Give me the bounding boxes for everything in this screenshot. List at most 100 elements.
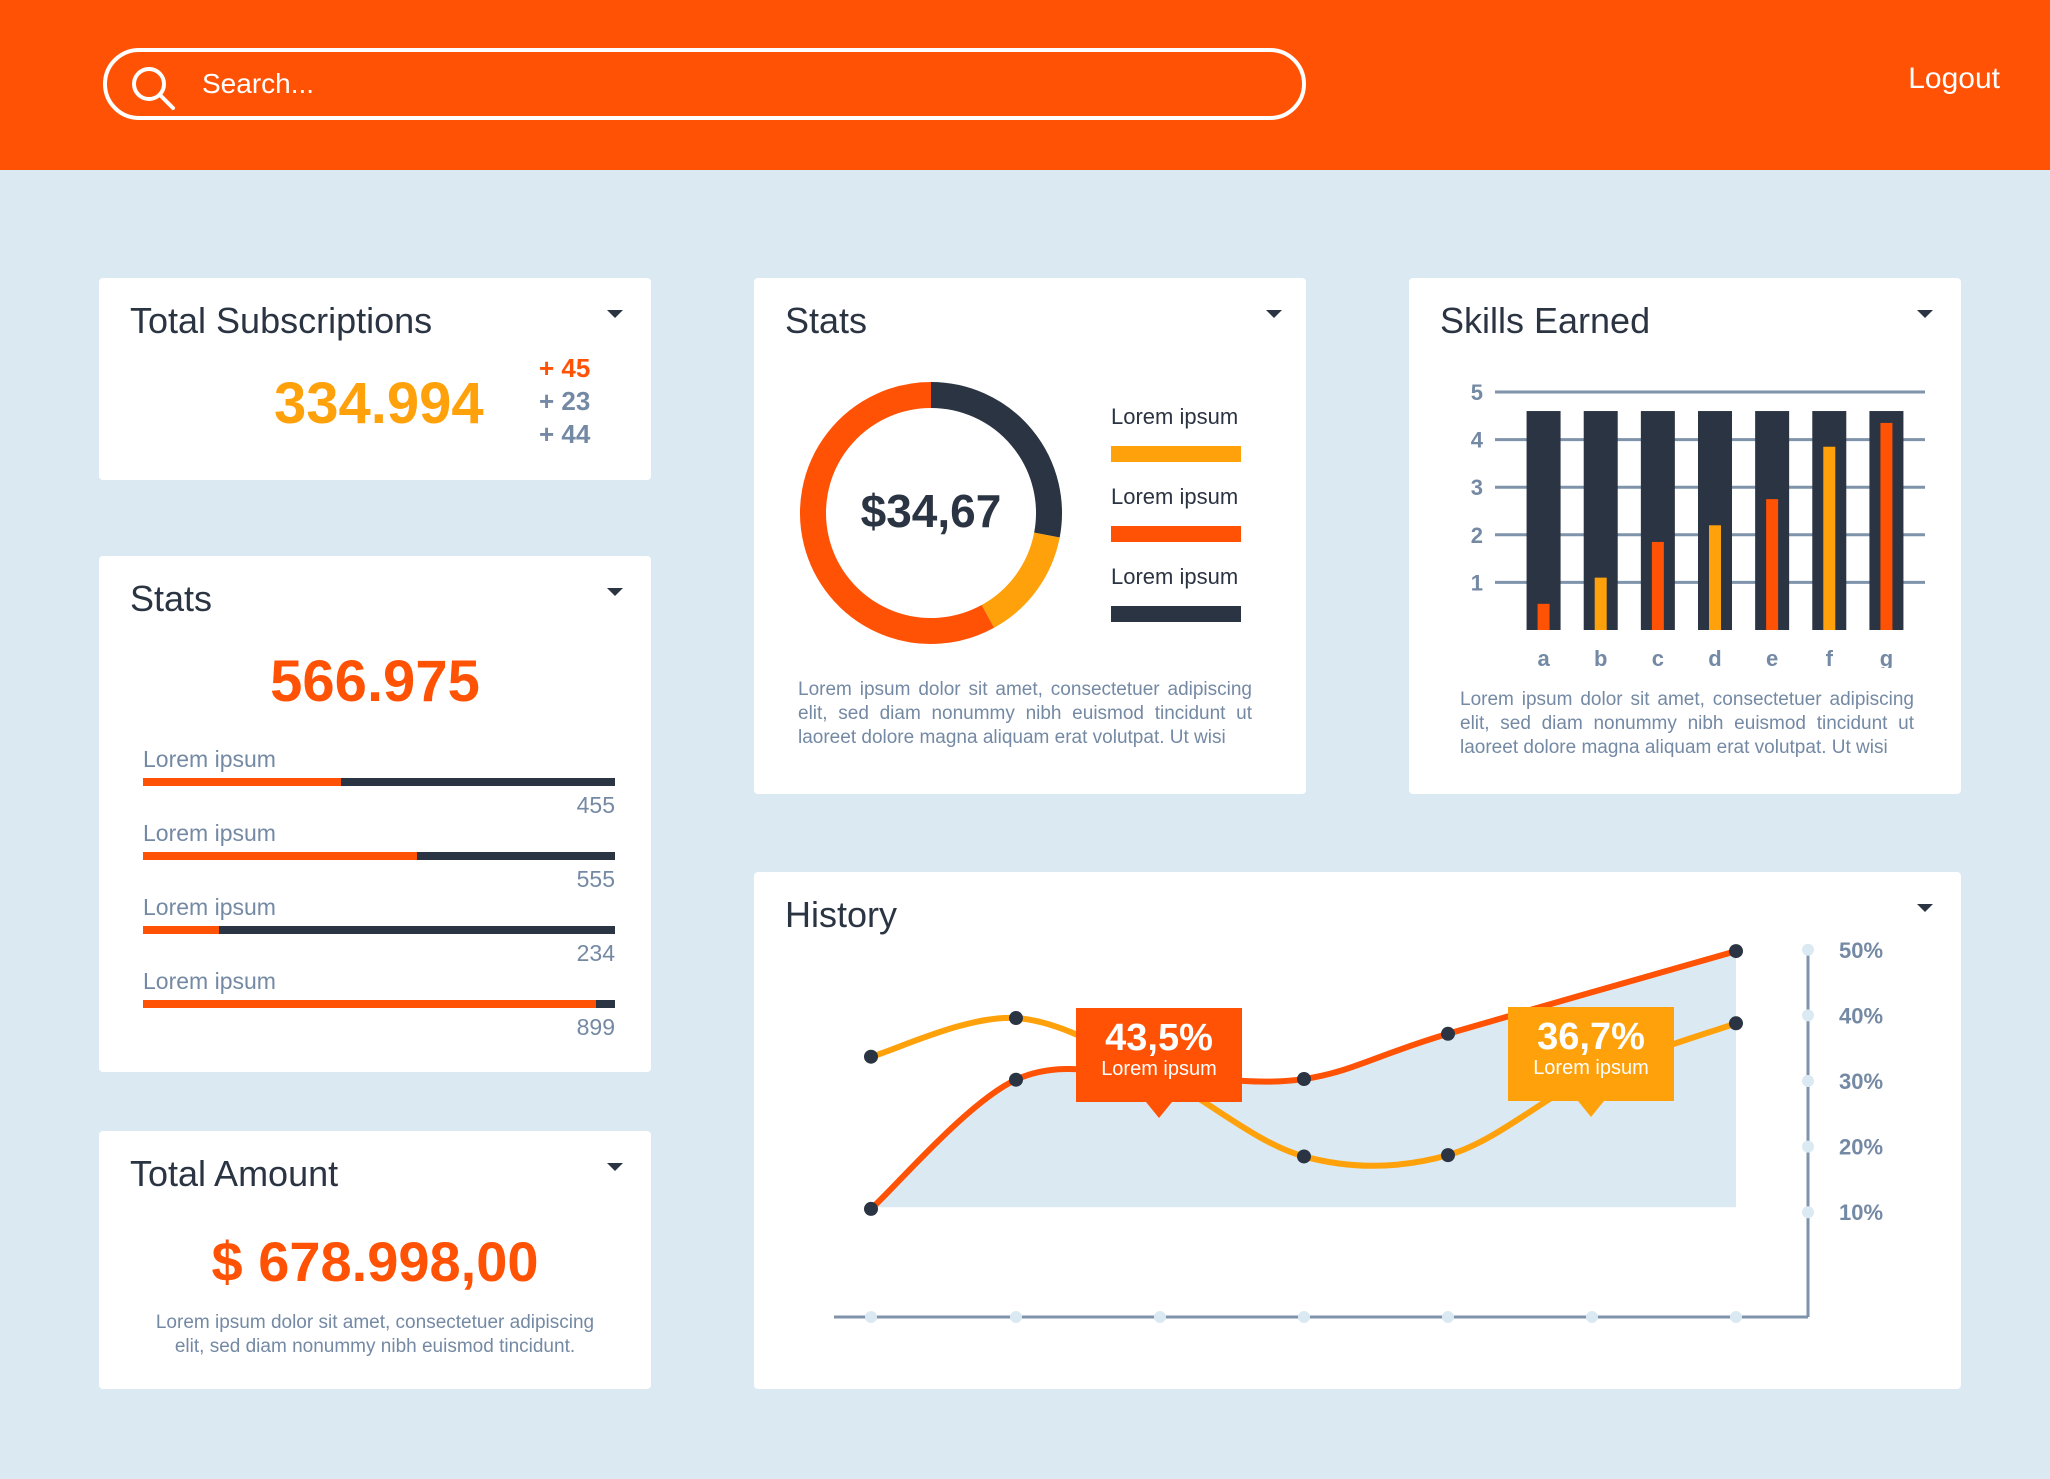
total-amount-description: Lorem ipsum dolor sit amet, consectetuer…: [155, 1312, 595, 1357]
x-axis-tick: [1298, 1311, 1310, 1323]
y-axis-tick: [1802, 943, 1814, 956]
history-point: [1441, 1148, 1455, 1163]
progress-value: 455: [576, 792, 615, 818]
stats-value: 566.975: [270, 649, 480, 714]
history-callout: 36,7% Lorem ipsum: [1508, 1007, 1674, 1117]
search-icon: [132, 67, 175, 110]
stats-card: Stats 566.975 Lorem ipsum 455 Lorem ipsu…: [99, 556, 651, 1072]
card-title: History: [785, 894, 898, 935]
x-tick-label: d: [1708, 646, 1721, 668]
progress-label: Lorem ipsum: [143, 968, 276, 994]
chevron-down-icon[interactable]: [601, 304, 629, 324]
callout-value: 43,5%: [1105, 1017, 1213, 1059]
y-tick-label: 30%: [1839, 1069, 1883, 1094]
bar: [1537, 603, 1550, 630]
x-axis-tick: [865, 1311, 877, 1323]
skills-card: Skills Earned 1 2 3 4 5 a b c d e f g Lorem ipsum d…: [1409, 278, 1961, 794]
total-amount-card: Total Amount $ 678.998,00 Lorem ipsum do…: [99, 1131, 651, 1389]
legend-swatch: [1111, 526, 1241, 542]
progress-item: Lorem ipsum 234: [143, 894, 615, 966]
progress-track: [143, 926, 615, 934]
x-axis-tick: [1730, 1311, 1742, 1323]
history-point: [1009, 1072, 1023, 1087]
progress-fill: [143, 778, 342, 786]
y-tick-label: 20%: [1839, 1135, 1883, 1160]
delta-1: + 45: [539, 353, 591, 383]
y-tick-label: 3: [1471, 475, 1483, 500]
y-axis-tick: [1802, 1075, 1814, 1087]
x-axis-tick: [1442, 1311, 1454, 1323]
bar: [1766, 499, 1779, 630]
donut-slice: [981, 532, 1060, 628]
donut-description: Lorem ipsum dolor sit amet, consectetuer…: [798, 679, 1252, 748]
search-box[interactable]: [103, 48, 1306, 120]
progress-label: Lorem ipsum: [143, 746, 276, 772]
history-point: [1009, 1011, 1023, 1026]
bar-background: [1526, 411, 1561, 630]
donut-center-value: $34,67: [860, 485, 1002, 537]
history-point: [1297, 1149, 1311, 1164]
x-tick-label: a: [1537, 646, 1550, 668]
y-tick-label: 50%: [1839, 938, 1883, 963]
callout-tail: [1146, 1102, 1172, 1118]
progress-fill: [143, 852, 417, 860]
bar: [1594, 577, 1607, 630]
progress-track: [143, 778, 615, 786]
delta-2: + 23: [539, 386, 591, 416]
skills-bar-chart: 1 2 3 4 5 a b c d e f g: [1471, 380, 1925, 668]
subscriptions-card: Total Subscriptions 334.994 + 45 + 23 + …: [99, 278, 651, 480]
progress-value: 234: [576, 940, 615, 966]
bar: [1880, 422, 1893, 630]
bar: [1823, 446, 1836, 630]
y-tick-label: 2: [1471, 523, 1483, 548]
x-tick-label: f: [1826, 646, 1834, 668]
card-title: Total Amount: [130, 1153, 339, 1194]
x-tick-label: g: [1880, 646, 1893, 668]
progress-fill: [143, 1000, 597, 1008]
x-axis-tick: [1154, 1311, 1166, 1323]
skills-description: Lorem ipsum dolor sit amet, consectetuer…: [1460, 689, 1914, 758]
legend-item: Lorem ipsum: [1111, 484, 1251, 542]
x-axis-tick: [1010, 1311, 1022, 1323]
bar: [1709, 525, 1721, 630]
legend-item: Lorem ipsum: [1111, 564, 1251, 622]
progress-track: [143, 1000, 615, 1008]
search-input[interactable]: [202, 60, 1282, 108]
subscriptions-value: 334.994: [274, 371, 484, 436]
progress-fill: [143, 926, 219, 934]
legend-swatch: [1111, 606, 1241, 622]
progress-item: Lorem ipsum 555: [143, 820, 615, 892]
x-tick-label: c: [1652, 646, 1664, 668]
delta-3: + 44: [539, 419, 591, 449]
y-axis-tick: [1802, 1206, 1814, 1219]
callout-label: Lorem ipsum: [1101, 1058, 1217, 1080]
x-tick-label: b: [1594, 646, 1607, 668]
chevron-down-icon[interactable]: [601, 1157, 629, 1177]
callout-tail: [1578, 1101, 1604, 1117]
card-title: Stats: [785, 300, 868, 341]
top-bar: Logout: [0, 0, 2050, 170]
chevron-down-icon[interactable]: [601, 582, 629, 602]
donut-stats-card: Stats $34,67 Lorem ipsum Lorem ipsum Lor…: [754, 278, 1306, 794]
y-tick-label: 5: [1471, 380, 1483, 405]
history-line-chart: 10% 20% 30% 40% 50%: [834, 938, 1883, 1323]
progress-label: Lorem ipsum: [143, 894, 276, 920]
chevron-down-icon[interactable]: [1911, 898, 1939, 918]
chevron-down-icon[interactable]: [1260, 304, 1288, 324]
history-point: [864, 1201, 878, 1216]
progress-label: Lorem ipsum: [143, 820, 276, 846]
legend-swatch: [1111, 446, 1241, 462]
progress-value: 899: [576, 1014, 615, 1040]
card-title: Stats: [130, 578, 213, 619]
history-point: [1441, 1026, 1455, 1041]
bar: [1651, 541, 1664, 630]
progress-track: [143, 852, 615, 860]
progress-value: 555: [576, 866, 615, 892]
chevron-down-icon[interactable]: [1911, 304, 1939, 324]
progress-item: Lorem ipsum 899: [143, 968, 615, 1040]
y-axis-tick: [1802, 1140, 1814, 1153]
progress-item: Lorem ipsum 455: [143, 746, 615, 818]
logout-link[interactable]: Logout: [1860, 62, 2000, 104]
y-axis-tick: [1802, 1009, 1814, 1022]
card-title: Skills Earned: [1440, 300, 1651, 341]
